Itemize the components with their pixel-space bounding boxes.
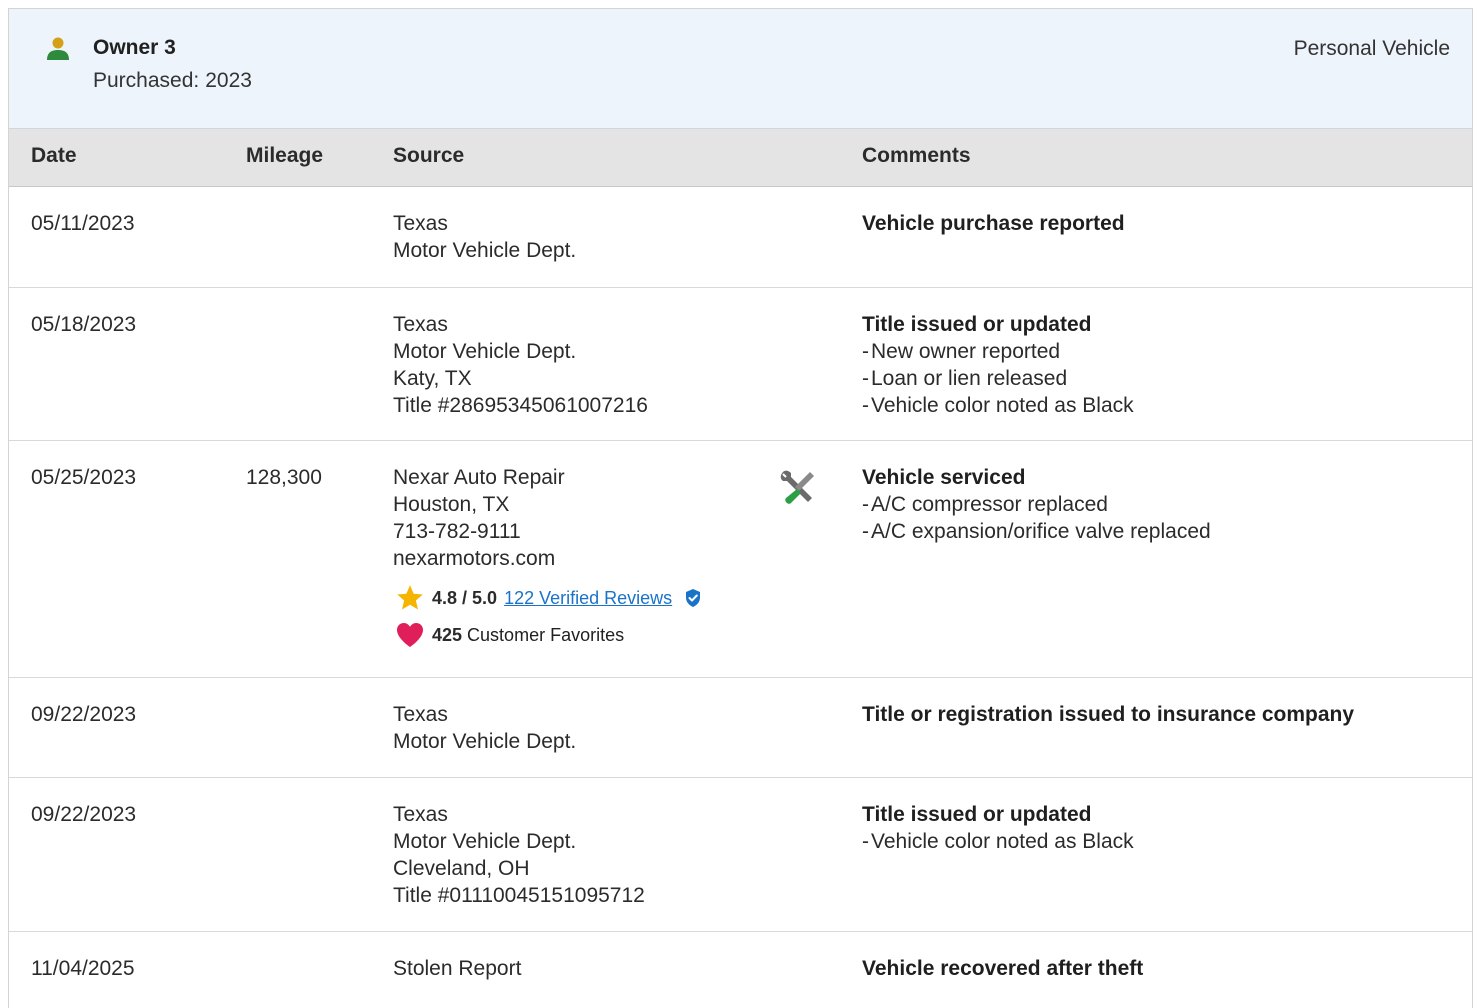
- vehicle-history-card: Owner 3 Purchased: 2023 Personal Vehicle …: [8, 8, 1473, 1008]
- table-row: 05/11/2023 Texas Motor Vehicle Dept. Veh…: [9, 187, 1472, 288]
- purchased-year: 2023: [205, 69, 252, 92]
- source-line: Stolen Report: [393, 957, 522, 980]
- source-line: Title #28695345061007216: [393, 394, 648, 417]
- verified-reviews-link[interactable]: 122 Verified Reviews: [504, 588, 672, 609]
- source-line: Motor Vehicle Dept.: [393, 239, 577, 262]
- table-row: 09/22/2023 Texas Motor Vehicle Dept. Tit…: [9, 678, 1472, 778]
- comment-title: Title issued or updated: [862, 313, 1092, 336]
- row-date: 09/22/2023: [31, 703, 137, 726]
- comment-item: -Loan or lien released: [862, 367, 1068, 390]
- heart-icon: [397, 623, 423, 647]
- comment-item: -Vehicle color noted as Black: [862, 830, 1134, 853]
- vehicle-type: Personal Vehicle: [1293, 37, 1450, 60]
- row-source: Stolen Report: [393, 955, 763, 982]
- customer-favorites: 425 Customer Favorites: [395, 621, 624, 649]
- wrench-screwdriver-icon: [780, 470, 814, 504]
- owner-name: Owner 3: [93, 36, 176, 59]
- row-comments: Vehicle purchase reported: [862, 210, 1452, 237]
- header-mileage: Mileage: [246, 144, 324, 167]
- source-line: Title #01110045151095712: [393, 884, 645, 907]
- row-comments: Vehicle recovered after theft: [862, 955, 1452, 982]
- row-date: 05/25/2023: [31, 466, 137, 489]
- row-mileage: 128,300: [246, 466, 322, 489]
- header-comments: Comments: [862, 144, 971, 167]
- row-source: Texas Motor Vehicle Dept.: [393, 701, 763, 755]
- star-icon: [397, 585, 423, 610]
- source-line: Texas: [393, 803, 448, 826]
- comment-title: Vehicle serviced: [862, 466, 1026, 489]
- source-line: Katy, TX: [393, 367, 472, 390]
- row-date: 11/04/2025: [31, 957, 135, 980]
- rating-score: 4.8 / 5.0: [432, 587, 498, 608]
- comment-title: Vehicle recovered after theft: [862, 957, 1144, 980]
- favorites-count: 425: [432, 624, 463, 645]
- source-line: Texas: [393, 313, 448, 336]
- row-date: 05/11/2023: [31, 212, 135, 235]
- row-source: Texas Motor Vehicle Dept.: [393, 210, 763, 264]
- source-line: Texas: [393, 212, 448, 235]
- table-row: 09/22/2023 Texas Motor Vehicle Dept. Cle…: [9, 778, 1472, 932]
- person-icon: [47, 37, 69, 60]
- row-comments: Title issued or updated -New owner repor…: [862, 311, 1452, 419]
- row-comments: Title or registration issued to insuranc…: [862, 701, 1452, 728]
- table-header: Date Mileage Source Comments: [9, 129, 1472, 187]
- source-line: Motor Vehicle Dept.: [393, 730, 577, 753]
- comment-title: Vehicle purchase reported: [862, 212, 1125, 235]
- header-date: Date: [31, 144, 77, 167]
- owner-purchased: Purchased: 2023: [93, 69, 252, 93]
- source-line: 713-782-9111: [393, 520, 521, 543]
- comment-item: -Vehicle color noted as Black: [862, 394, 1134, 417]
- comment-title: Title issued or updated: [862, 803, 1092, 826]
- row-source: Texas Motor Vehicle Dept. Cleveland, OH …: [393, 801, 763, 909]
- row-date: 09/22/2023: [31, 803, 137, 826]
- comment-item: -New owner reported: [862, 340, 1061, 363]
- owner-header: Owner 3 Purchased: 2023 Personal Vehicle: [9, 9, 1472, 129]
- comment-title: Title or registration issued to insuranc…: [862, 703, 1355, 726]
- row-date: 05/18/2023: [31, 313, 137, 336]
- table-row: 05/18/2023 Texas Motor Vehicle Dept. Kat…: [9, 288, 1472, 441]
- row-source: Texas Motor Vehicle Dept. Katy, TX Title…: [393, 311, 763, 419]
- source-line: nexarmotors.com: [393, 547, 556, 570]
- row-source: Nexar Auto Repair Houston, TX 713-782-91…: [393, 464, 763, 572]
- source-line: Nexar Auto Repair: [393, 466, 565, 489]
- header-source: Source: [393, 144, 465, 167]
- favorites-label: Customer Favorites: [467, 624, 625, 645]
- source-line: Motor Vehicle Dept.: [393, 340, 577, 363]
- verified-badge-icon: [686, 589, 701, 607]
- comment-item: -A/C compressor replaced: [862, 493, 1108, 516]
- source-line: Motor Vehicle Dept.: [393, 830, 577, 853]
- source-line: Cleveland, OH: [393, 857, 530, 880]
- table-row: 05/25/2023 128,300 Nexar Auto Repair Hou…: [9, 441, 1472, 678]
- comment-item: -A/C expansion/orifice valve replaced: [862, 520, 1211, 543]
- rating: 4.8 / 5.0 122 Verified Reviews: [395, 584, 703, 612]
- row-comments: Vehicle serviced -A/C compressor replace…: [862, 464, 1452, 545]
- source-line: Houston, TX: [393, 493, 510, 516]
- row-comments: Title issued or updated -Vehicle color n…: [862, 801, 1452, 855]
- purchased-label: Purchased:: [93, 69, 200, 92]
- source-line: Texas: [393, 703, 448, 726]
